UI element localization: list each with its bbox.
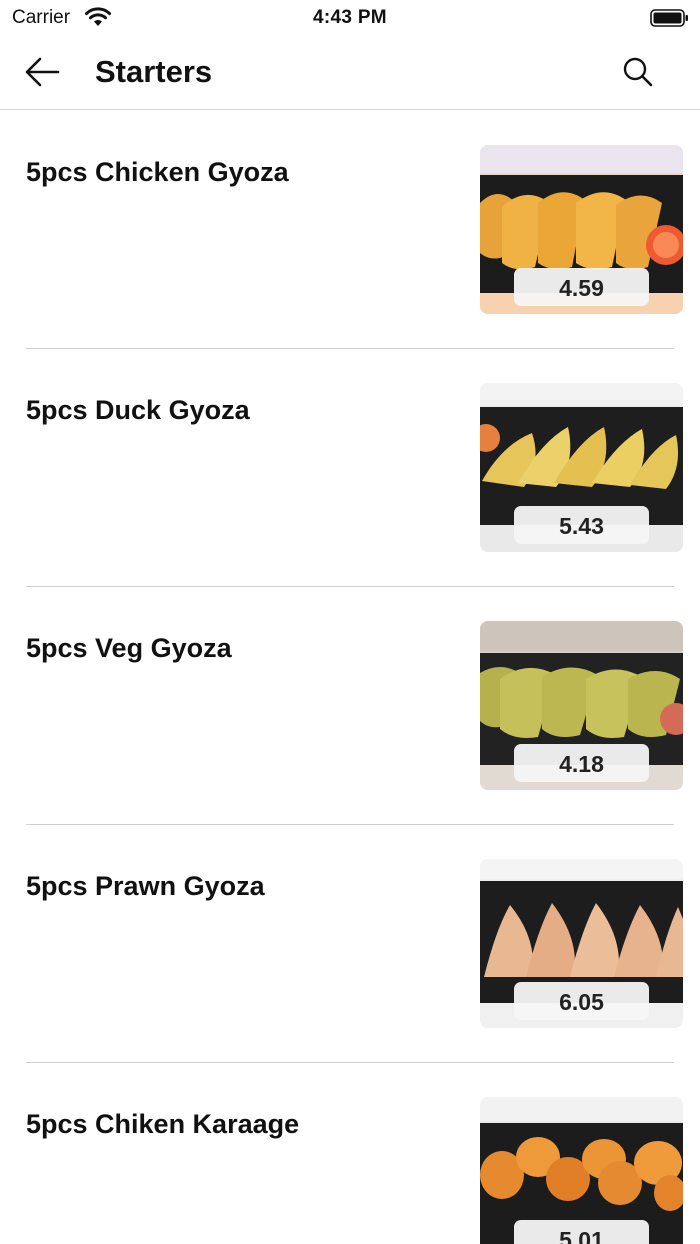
page-title: Starters <box>95 54 213 89</box>
item-image[interactable]: 6.05 <box>480 859 683 1028</box>
back-button[interactable] <box>22 54 62 90</box>
status-bar: Carrier 4:43 PM <box>0 0 700 36</box>
menu-item-chiken-karaage[interactable]: 5pcs Chiken Karaage 5.01 <box>0 1063 700 1244</box>
price-tag: 4.18 <box>514 744 649 782</box>
item-image[interactable]: 4.59 <box>480 145 683 314</box>
menu-item-duck-gyoza[interactable]: 5pcs Duck Gyoza 5.43 <box>0 349 700 587</box>
search-icon <box>623 57 653 87</box>
arrow-left-icon <box>25 57 60 87</box>
menu-item-veg-gyoza[interactable]: 5pcs Veg Gyoza 4.18 <box>0 587 700 825</box>
item-image[interactable]: 5.01 <box>480 1097 683 1244</box>
item-name: 5pcs Duck Gyoza <box>26 395 250 425</box>
item-image[interactable]: 4.18 <box>480 621 683 790</box>
nav-bar: Starters <box>0 36 700 110</box>
price-tag: 4.59 <box>514 268 649 306</box>
menu-item-prawn-gyoza[interactable]: 5pcs Prawn Gyoza 6.05 <box>0 825 700 1063</box>
item-name: 5pcs Chicken Gyoza <box>26 157 289 187</box>
search-button[interactable] <box>620 54 656 90</box>
price-tag: 5.43 <box>514 506 649 544</box>
item-name: 5pcs Veg Gyoza <box>26 633 232 663</box>
menu-list: 5pcs Chicken Gyoza 4.59 5pcs Duck Gyoza <box>0 111 700 1244</box>
item-name: 5pcs Chiken Karaage <box>26 1109 300 1139</box>
item-name: 5pcs Prawn Gyoza <box>26 871 265 901</box>
battery-icon <box>650 9 688 27</box>
menu-item-chicken-gyoza[interactable]: 5pcs Chicken Gyoza 4.59 <box>0 111 700 349</box>
status-time: 4:43 PM <box>313 7 387 28</box>
price-tag: 5.01 <box>514 1220 649 1244</box>
item-image[interactable]: 5.43 <box>480 383 683 552</box>
price-tag: 6.05 <box>514 982 649 1020</box>
